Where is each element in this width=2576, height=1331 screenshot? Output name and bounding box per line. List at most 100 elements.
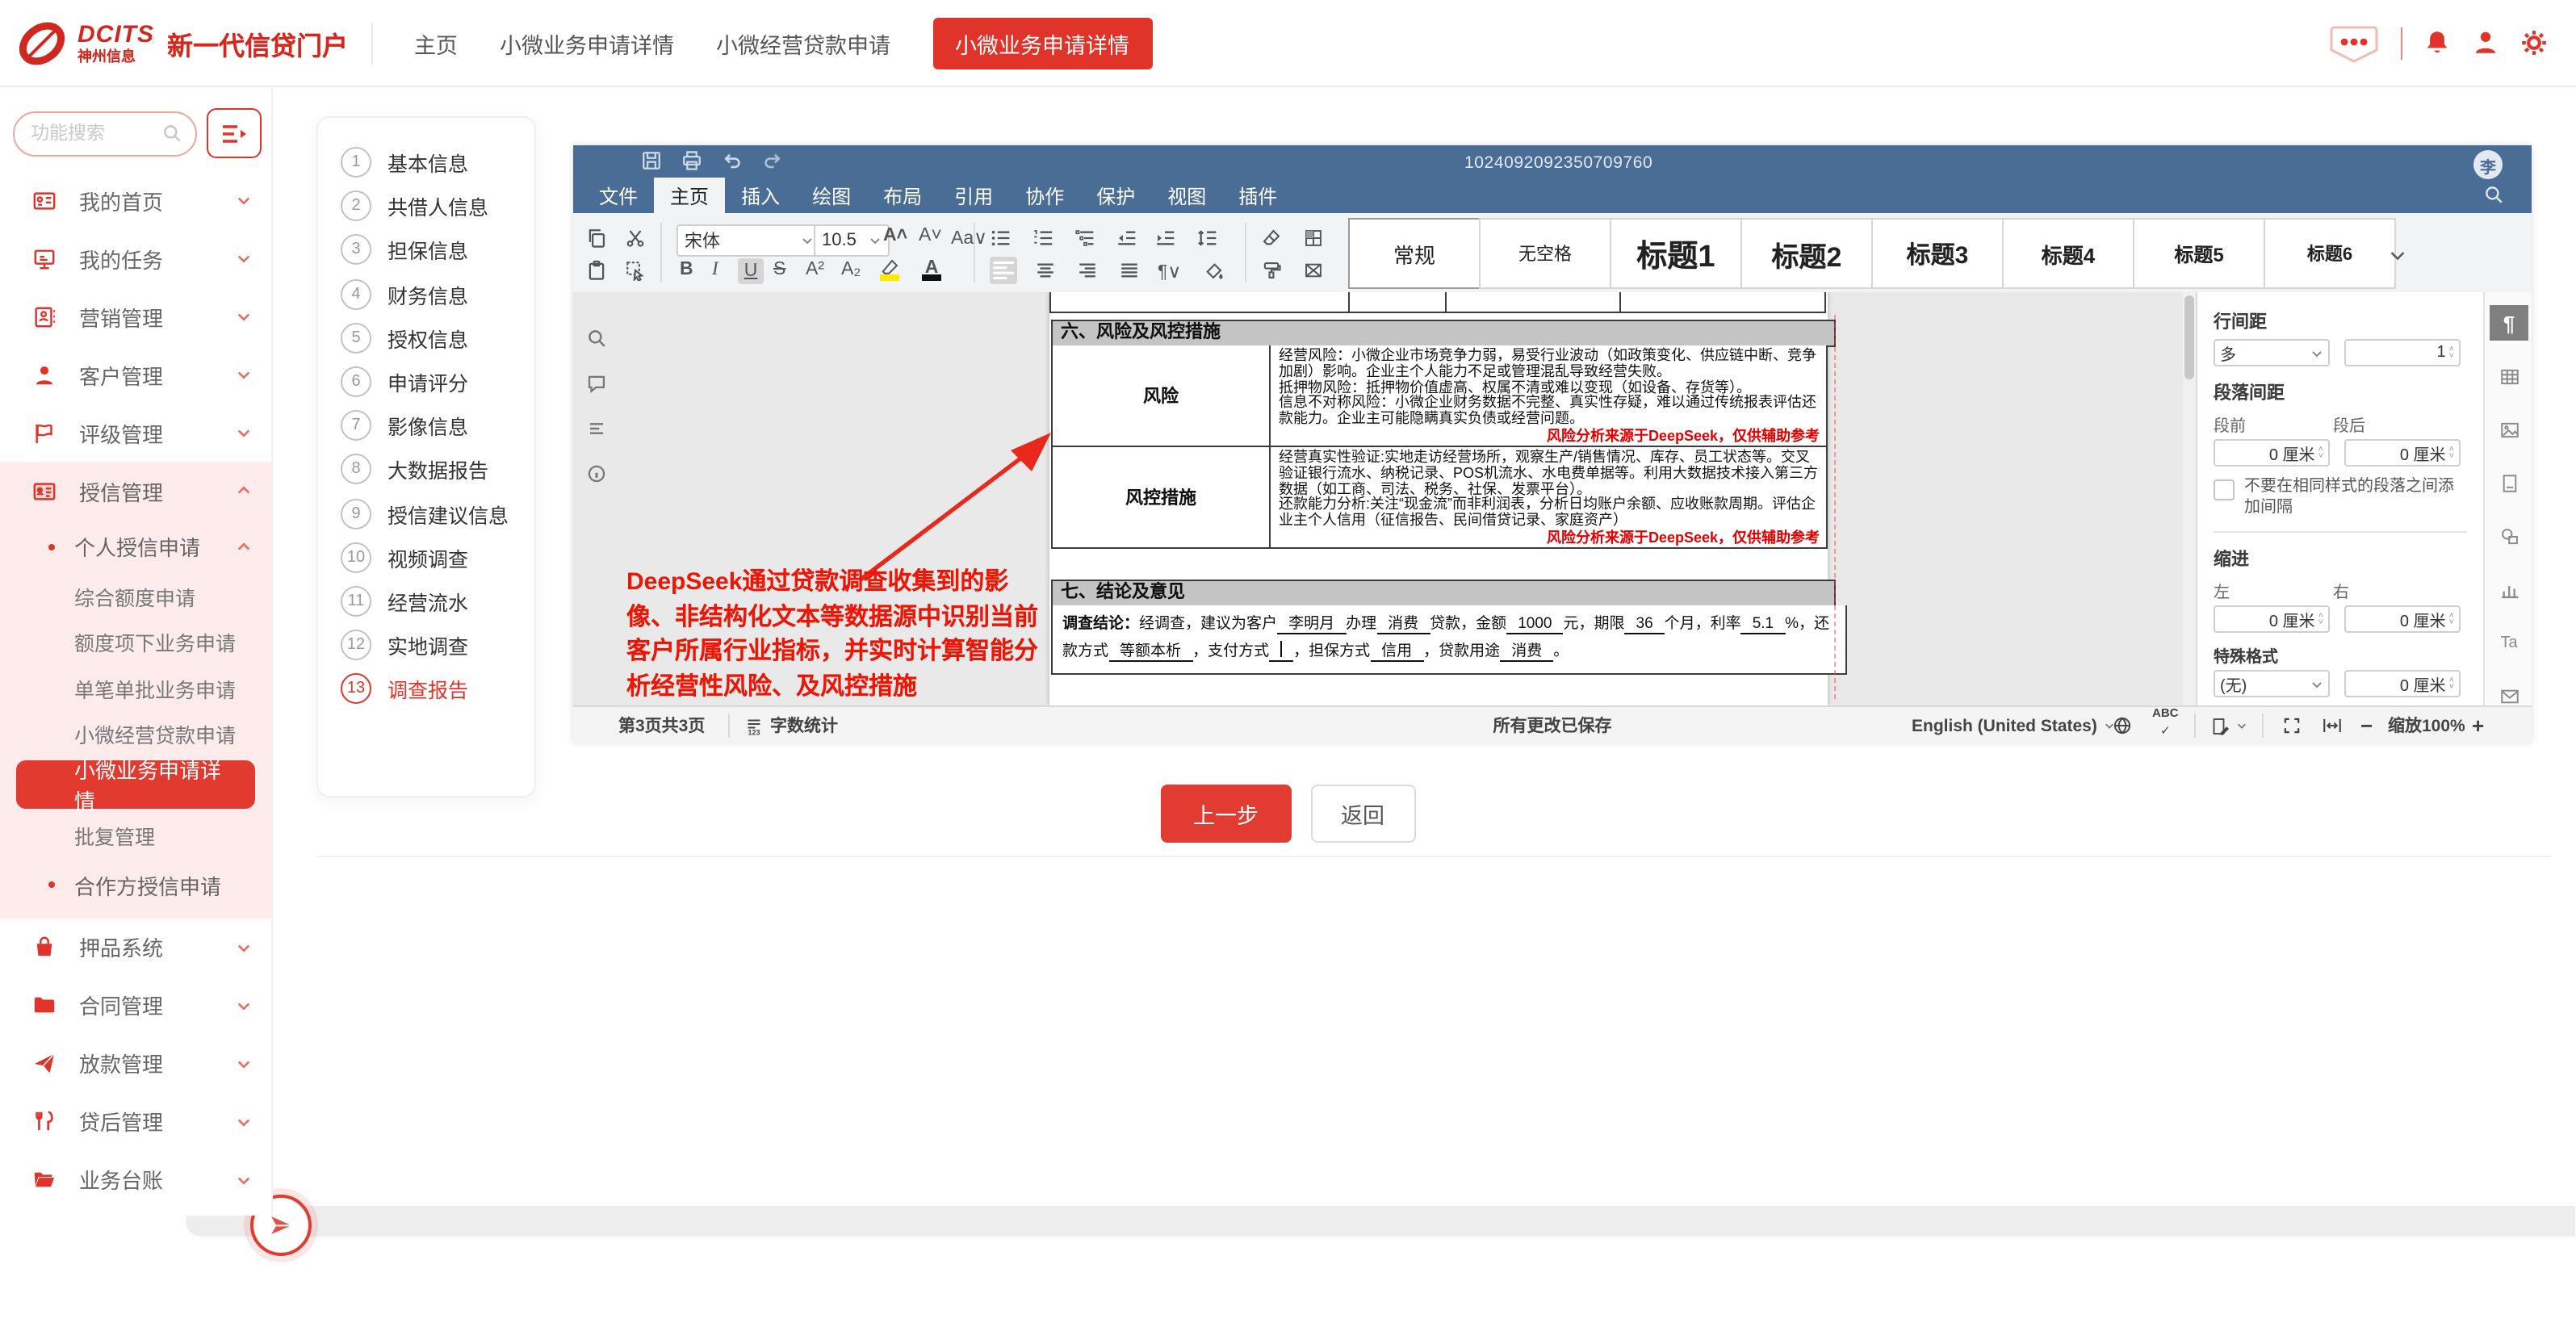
- shape-panel-icon[interactable]: [2490, 518, 2528, 554]
- step-11[interactable]: 11经营流水: [318, 580, 534, 623]
- top-tab-2[interactable]: 小微经营贷款申请: [716, 27, 890, 59]
- sidebar-leaf-综合额度申请[interactable]: 综合额度申请: [0, 573, 271, 619]
- format-painter-icon[interactable]: [1261, 260, 1282, 281]
- editor-menu-插入[interactable]: 插入: [725, 178, 796, 213]
- top-tab-0[interactable]: 主页: [414, 27, 458, 59]
- sidebar-leaf-小微业务申请详情[interactable]: 小微业务申请详情: [16, 760, 255, 809]
- font-size-select[interactable]: 10.5: [814, 224, 890, 257]
- conclusion-blank[interactable]: 36: [1625, 615, 1665, 634]
- edit-mode-button[interactable]: [2210, 707, 2247, 744]
- conclusion-blank[interactable]: 1000: [1506, 615, 1563, 634]
- sidebar-leaf-额度项下业务申请[interactable]: 额度项下业务申请: [0, 619, 271, 665]
- fit-width-icon[interactable]: [2322, 707, 2343, 744]
- paste-icon[interactable]: [586, 260, 607, 281]
- font-name-select[interactable]: 宋体: [676, 224, 822, 257]
- style-标题3[interactable]: 标题3: [1871, 218, 2004, 289]
- editor-menu-引用[interactable]: 引用: [938, 178, 1009, 213]
- text-frame-icon[interactable]: [1303, 260, 1324, 281]
- highlight-color-button[interactable]: [877, 255, 903, 281]
- zoom-in-button[interactable]: +: [2472, 707, 2484, 744]
- shading-grid-icon[interactable]: [1303, 228, 1324, 249]
- line-spacing-stepper[interactable]: 1˄˅: [2344, 339, 2461, 366]
- sidebar-item-贷后管理[interactable]: 贷后管理: [0, 1092, 271, 1150]
- align-left-icon[interactable]: [990, 257, 1017, 284]
- sidebar-leaf-单笔单批业务申请[interactable]: 单笔单批业务申请: [0, 665, 271, 711]
- step-6[interactable]: 6申请评分: [318, 360, 534, 404]
- editor-menu-视图[interactable]: 视图: [1151, 178, 1222, 213]
- user-icon[interactable]: [2471, 29, 2499, 57]
- paragraph-mark-button[interactable]: ¶∨: [1158, 260, 1181, 283]
- editor-menu-保护[interactable]: 保护: [1080, 178, 1151, 213]
- underline-button[interactable]: U: [738, 258, 764, 284]
- previous-step-button[interactable]: 上一步: [1161, 785, 1291, 843]
- editor-avatar[interactable]: 李: [2473, 150, 2503, 179]
- style-gallery-expand-icon[interactable]: [2388, 245, 2407, 265]
- step-3[interactable]: 3担保信息: [318, 228, 534, 272]
- align-center-icon[interactable]: [1035, 260, 1056, 281]
- bell-icon[interactable]: [2423, 29, 2450, 57]
- sidebar-item-评级管理[interactable]: 评级管理: [0, 404, 271, 462]
- style-标题5[interactable]: 标题5: [2133, 218, 2265, 289]
- checkbox[interactable]: [2214, 479, 2235, 500]
- conclusion-blank[interactable]: 等额本析: [1108, 642, 1192, 661]
- sidebar-leaf-小微经营贷款申请[interactable]: 小微经营贷款申请: [0, 711, 271, 757]
- sidebar-item-授信管理[interactable]: 授信管理: [0, 462, 271, 520]
- headings-nav-icon[interactable]: [585, 418, 606, 439]
- page-indicator[interactable]: 第3页共3页: [618, 707, 705, 744]
- style-标题2[interactable]: 标题2: [1740, 218, 1873, 289]
- globe-icon[interactable]: [2112, 707, 2133, 744]
- strikethrough-button[interactable]: S: [773, 260, 785, 279]
- more-badge-icon[interactable]: [2327, 23, 2379, 62]
- decrease-indent-icon[interactable]: [1116, 228, 1137, 249]
- grow-font-button[interactable]: A˄: [883, 226, 907, 245]
- info-icon[interactable]: [585, 463, 606, 484]
- chart-panel-icon[interactable]: [2490, 571, 2528, 607]
- sidebar-subitem-个人授信申请[interactable]: 个人授信申请: [0, 520, 271, 573]
- step-10[interactable]: 10视频调查: [318, 535, 534, 579]
- editor-search-icon[interactable]: [2483, 184, 2504, 205]
- table-panel-icon[interactable]: [2490, 358, 2528, 394]
- image-panel-icon[interactable]: [2490, 412, 2528, 447]
- space-before-stepper[interactable]: 0 厘米˄˅: [2214, 439, 2330, 467]
- function-search-box[interactable]: [13, 111, 197, 156]
- style-无空格[interactable]: 无空格: [1479, 218, 1611, 289]
- shrink-font-button[interactable]: A˅: [919, 226, 942, 245]
- conclusion-blank[interactable]: 李明月: [1277, 615, 1346, 634]
- sidebar-item-客户管理[interactable]: 客户管理: [0, 345, 271, 404]
- step-9[interactable]: 9授信建议信息: [318, 492, 534, 535]
- paragraph-panel-icon[interactable]: ¶: [2490, 305, 2528, 341]
- zoom-level[interactable]: 缩放100%: [2388, 707, 2465, 744]
- conclusion-paragraph[interactable]: 调查结论：经调查，建议为客户李明月办理消费贷款，金额1000元，期限36个月，利…: [1051, 605, 1847, 675]
- text-art-panel-icon[interactable]: Ta: [2490, 625, 2528, 660]
- select-cursor-icon[interactable]: [625, 260, 646, 281]
- step-5[interactable]: 5授权信息: [318, 316, 534, 360]
- step-13[interactable]: 13调查报告: [318, 668, 534, 711]
- word-count-button[interactable]: 123 字数统计: [744, 707, 838, 744]
- sidebar-item-合同管理[interactable]: 合同管理: [0, 976, 271, 1034]
- editor-menu-文件[interactable]: 文件: [583, 178, 654, 213]
- gear-icon[interactable]: [2519, 29, 2547, 57]
- special-amount-stepper[interactable]: 0 厘米˄˅: [2344, 670, 2461, 697]
- scrollbar-thumb[interactable]: [2184, 295, 2194, 379]
- fullscreen-icon[interactable]: [2281, 707, 2302, 744]
- search-input[interactable]: [27, 122, 153, 144]
- space-after-stepper[interactable]: 0 厘米˄˅: [2344, 439, 2461, 467]
- menu-collapse-button[interactable]: [207, 108, 262, 158]
- sidebar-leaf-批复管理[interactable]: 批复管理: [0, 812, 271, 858]
- sidebar-item-押品系统[interactable]: 押品系统: [0, 918, 271, 976]
- canvas-scrollbar[interactable]: [2183, 292, 2196, 705]
- increase-indent-icon[interactable]: [1154, 228, 1175, 249]
- sidebar-subitem-合作方授信申请[interactable]: 合作方授信申请: [0, 858, 271, 911]
- align-right-icon[interactable]: [1077, 260, 1098, 281]
- step-7[interactable]: 7影像信息: [318, 404, 534, 447]
- conclusion-blank[interactable]: 信用: [1370, 642, 1423, 661]
- superscript-button[interactable]: A²: [806, 260, 824, 279]
- editor-menu-协作[interactable]: 协作: [1009, 178, 1080, 213]
- justify-icon[interactable]: [1119, 260, 1140, 281]
- cut-icon[interactable]: [625, 228, 646, 249]
- editor-menu-主页[interactable]: 主页: [654, 178, 725, 213]
- multilevel-list-icon[interactable]: [1074, 228, 1095, 249]
- style-标题4[interactable]: 标题4: [2002, 218, 2134, 289]
- back-button[interactable]: 返回: [1310, 785, 1415, 843]
- font-color-button[interactable]: A: [919, 255, 945, 281]
